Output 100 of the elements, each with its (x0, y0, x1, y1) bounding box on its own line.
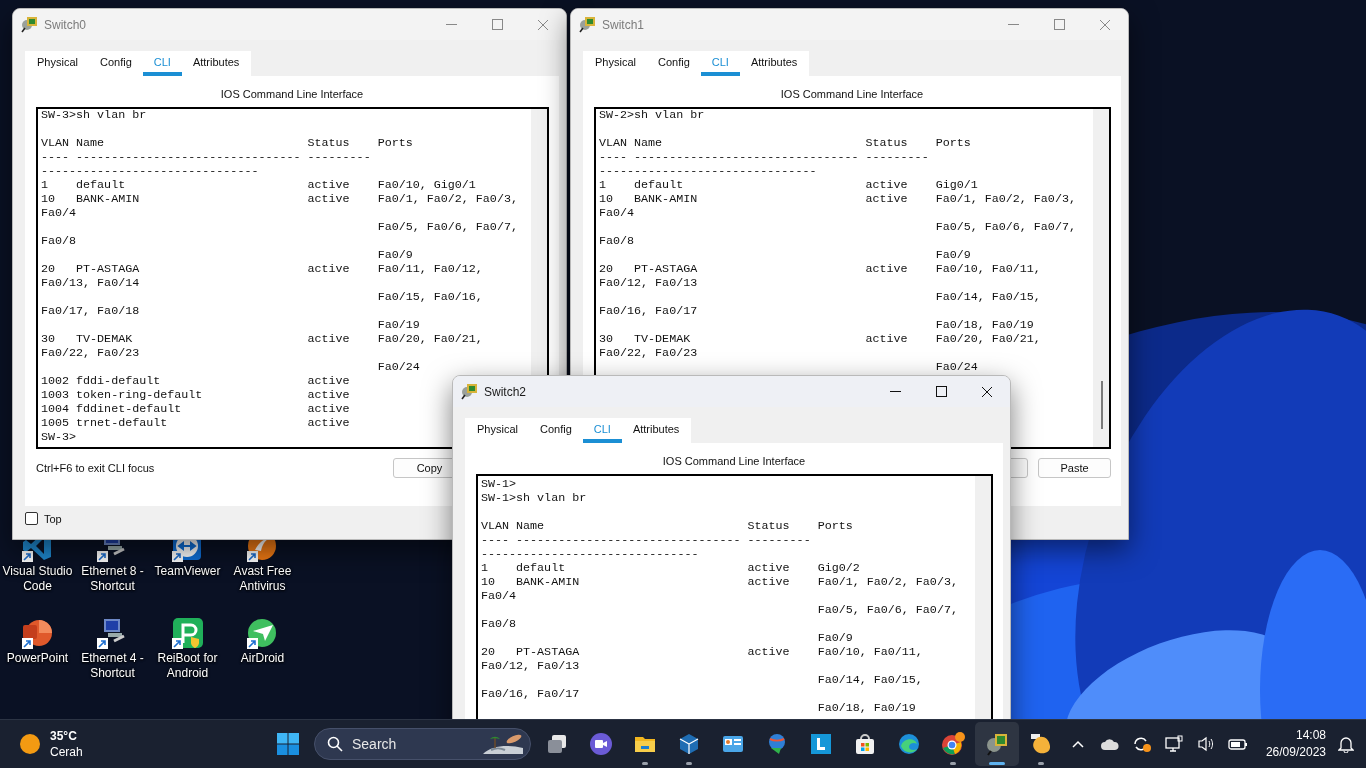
maximize-icon (935, 386, 947, 397)
cli-line: Fa0/12, Fa0/13 (481, 659, 580, 673)
cli-line: Fa0/19 (376, 318, 420, 332)
cli-line: 10 BANK-AMIN active Fa0/1, Fa0/2, Fa0/3, (481, 575, 958, 589)
cli-line: 1 default active Gig0/1 (599, 178, 978, 192)
cli-line: 1003 token-ring-default active (41, 388, 350, 402)
tab[interactable]: Config (88, 51, 143, 76)
top-checkbox[interactable]: Top (25, 512, 62, 525)
tab[interactable]: Attributes (621, 418, 691, 443)
weather-widget[interactable]: 35°C Cerah (0, 728, 266, 760)
cli-line: SW-1> (481, 477, 517, 491)
cli-line: Fa0/14, Fa0/15, (934, 290, 1041, 304)
switch-app-icon (21, 16, 38, 33)
cli-line: Fa0/16, Fa0/17 (481, 687, 580, 701)
search-icon (327, 736, 343, 752)
cli-line: 20 PT-ASTAGA active Fa0/11, Fa0/12, (41, 262, 483, 276)
cli-line: 1002 fddi-default active (41, 374, 350, 388)
sync-icon (1131, 735, 1152, 753)
battery-icon (1227, 737, 1248, 751)
cli-line: Fa0/8 (481, 617, 517, 631)
cli-line: 10 BANK-AMIN active Fa0/1, Fa0/2, Fa0/3, (599, 192, 1076, 206)
app-tile-icon (809, 732, 833, 756)
cli-line: Fa0/22, Fa0/23 (41, 346, 140, 360)
video-camera-icon (589, 732, 613, 756)
cli-line: Fa0/5, Fa0/6, Fa0/7, (376, 220, 518, 234)
cli-line: Fa0/4 (41, 206, 77, 220)
cli-line: Fa0/24 (376, 360, 420, 374)
cloud-icon (1100, 738, 1119, 750)
island-icon (481, 732, 525, 756)
cli-line: SW-2>sh vlan br (599, 109, 705, 122)
cli-line: ------------------------------- (41, 164, 259, 178)
tab[interactable]: Attributes (181, 51, 251, 76)
cli-line: SW-3> (41, 430, 77, 444)
browser-ring-icon (941, 732, 965, 756)
cli-line: Fa0/9 (934, 248, 971, 262)
wave-browser-icon (897, 732, 921, 756)
shopping-bag-icon (853, 732, 877, 756)
checkbox[interactable] (25, 512, 38, 525)
cli-line: 20 PT-ASTAGA active Fa0/10, Fa0/11, (599, 262, 1041, 276)
tab[interactable]: Physical (26, 51, 89, 76)
desktop-shortcut[interactable]: PowerPoint (0, 615, 75, 702)
cli-line: Fa0/5, Fa0/6, Fa0/7, (816, 603, 958, 617)
close-icon (1099, 18, 1111, 31)
running-indicator (1038, 762, 1044, 765)
cube-icon (677, 732, 701, 756)
tab[interactable]: Physical (584, 51, 647, 76)
cli-line: 1004 fddinet-default active (41, 402, 350, 416)
search-field[interactable]: Search (314, 728, 531, 760)
cli-line: ------------------------------- (481, 547, 699, 561)
cli-line: Fa0/17, Fa0/18 (41, 304, 140, 318)
windows-logo-icon (277, 733, 299, 755)
close-icon (537, 18, 549, 31)
cli-line: Fa0/15, Fa0/16, (376, 290, 483, 304)
running-indicator (989, 762, 1005, 765)
cli-line: VLAN Name Status Ports (599, 136, 971, 150)
cli-line: Fa0/18, Fa0/19 (934, 318, 1034, 332)
cli-line: Fa0/9 (816, 631, 853, 645)
tab[interactable]: Attributes (739, 51, 809, 76)
cli-line: Fa0/9 (376, 248, 413, 262)
blob-icon (1029, 732, 1053, 756)
panel-title: IOS Command Line Interface (661, 454, 807, 469)
desktop-shortcut[interactable]: Ethernet 4 - Shortcut (75, 615, 150, 702)
cli-line: Fa0/4 (599, 206, 635, 220)
bell-icon (1338, 735, 1354, 753)
tab[interactable]: Config (528, 418, 583, 443)
switch-app-icon (579, 16, 596, 33)
cli-line: Fa0/14, Fa0/15, (816, 673, 923, 687)
paste-button[interactable]: Paste (1038, 458, 1111, 478)
cli-line: Fa0/24 (934, 360, 978, 374)
repair-tool-icon (170, 617, 205, 649)
magnifier-switch-icon (985, 732, 1009, 756)
tab[interactable]: Config (646, 51, 701, 76)
cli-line: ---- -------------------------------- --------- (41, 150, 371, 164)
maximize-icon (491, 19, 503, 30)
cli-line: Fa0/18, Fa0/19 (816, 701, 916, 715)
maximize-icon (1053, 19, 1065, 30)
cli-line: Fa0/12, Fa0/13 (599, 276, 698, 290)
cli-line: 1 default active Gig0/2 (481, 561, 860, 575)
cli-line: 10 BANK-AMIN active Fa0/1, Fa0/2, Fa0/3, (41, 192, 518, 206)
tab[interactable]: Physical (466, 418, 529, 443)
cli-line: ---- -------------------------------- --------- (481, 533, 811, 547)
cli-line: 20 PT-ASTAGA active Fa0/10, Fa0/11, (481, 645, 923, 659)
chevron-up-icon (1071, 740, 1084, 748)
cli-line: 30 TV-DEMAK active Fa0/20, Fa0/21, (41, 332, 483, 346)
cli-line: Fa0/4 (481, 589, 517, 603)
running-indicator (686, 762, 692, 765)
window-title: Switch2 (484, 384, 528, 399)
desktop-shortcut[interactable]: ReiBoot for Android (150, 615, 225, 702)
panel-title: IOS Command Line Interface (219, 87, 365, 102)
scrollbar[interactable] (1093, 109, 1109, 447)
window-title: Switch0 (44, 17, 88, 32)
checkbox-label: Top (44, 512, 62, 525)
taskbar-app[interactable] (975, 722, 1019, 766)
cli-line: Fa0/8 (41, 234, 77, 248)
running-indicator (950, 762, 956, 765)
sun-icon (20, 734, 40, 754)
cli-line: 1005 trnet-default active (41, 416, 350, 430)
desktop-shortcut[interactable]: AirDroid (225, 615, 300, 702)
clock[interactable]: 14:08 26/09/2023 (1265, 727, 1326, 761)
cli-line: SW-1>sh vlan br (481, 491, 587, 505)
